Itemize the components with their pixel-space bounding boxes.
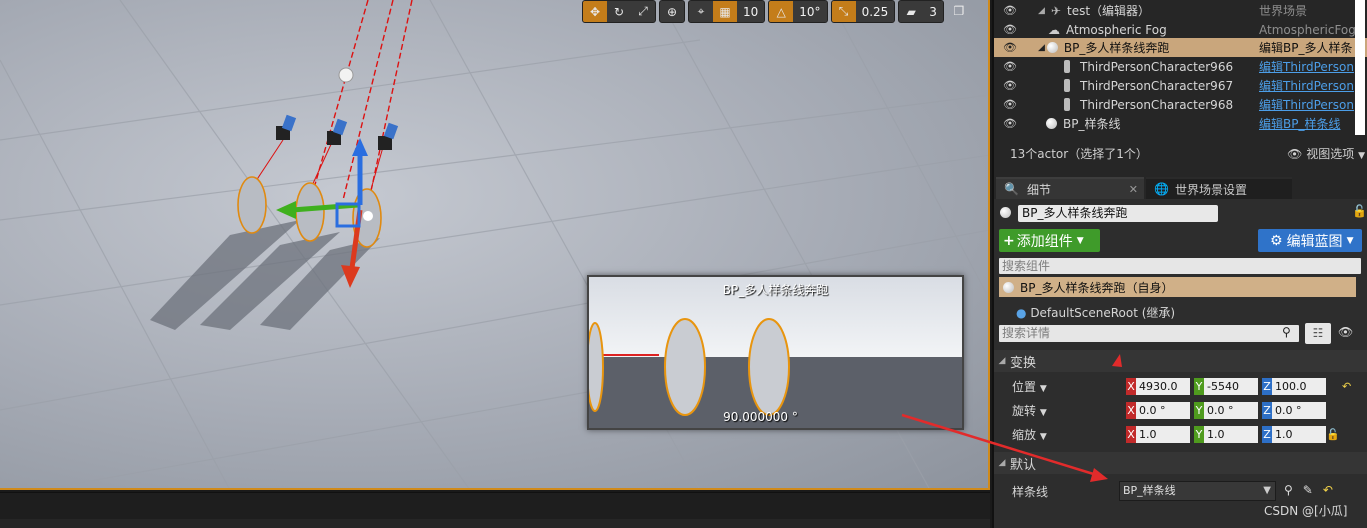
preview-title: BP_多人样条线奔跑: [722, 283, 829, 297]
watermark: CSDN @[小瓜]: [1264, 504, 1348, 518]
annotation-overlay: [901, 354, 1122, 482]
preview-angle-readout: 90.000000 °: [723, 410, 798, 424]
